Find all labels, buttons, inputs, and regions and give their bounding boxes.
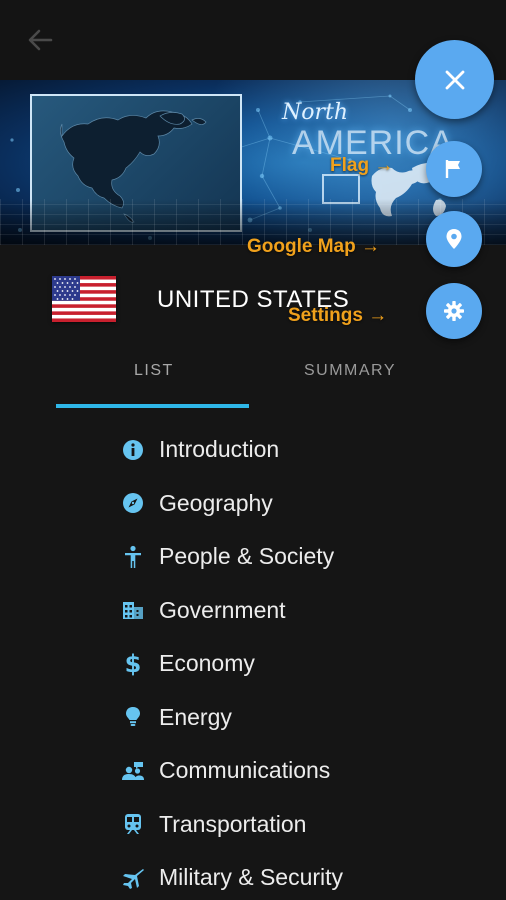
info-icon [118,435,148,465]
tab-bar: LIST SUMMARY [56,350,442,410]
list-item-introduction[interactable]: Introduction [118,423,478,477]
google-map-hint-label: Google Map → [247,236,380,257]
dollar-icon: $ [124,649,142,678]
list-item-economy[interactable]: $ Economy [118,637,478,691]
flag-icon [445,160,460,178]
settings-hint-label: Settings → [288,305,388,326]
list-item-label: Introduction [159,436,280,463]
tab-summary[interactable]: SUMMARY [304,362,396,380]
flag-hint-label: Flag → [330,155,394,176]
list-item-energy[interactable]: Energy [118,691,478,745]
list-item-label: Communications [159,757,331,784]
compass-icon [118,488,148,518]
list-item-people-society[interactable]: People & Society [118,530,478,584]
list-item-label: Economy [159,650,255,677]
building-icon [118,595,148,625]
jet-icon [118,863,148,893]
lightbulb-icon [118,702,148,732]
close-icon [445,70,464,89]
list-item-transportation[interactable]: Transportation [118,798,478,852]
region-title-line1: North [282,100,349,125]
people-chat-icon [118,756,148,786]
arrow-left-icon [28,29,53,51]
list-item-label: People & Society [159,543,335,570]
us-flag-icon [52,276,116,322]
location-pin-icon [446,229,462,249]
person-icon [118,542,148,572]
tab-list[interactable]: LIST [134,362,174,380]
list-item-military-security[interactable]: Military & Security [118,851,478,900]
list-item-label: Transportation [159,810,307,837]
list-item-government[interactable]: Government [118,584,478,638]
active-tab-indicator [56,404,249,408]
fab-close-button[interactable] [415,40,494,119]
list-item-communications[interactable]: Communications [118,744,478,798]
gear-icon [444,301,464,321]
train-icon [118,809,148,839]
topic-list: Introduction Geography People & Society … [118,423,478,900]
list-item-label: Government [159,596,286,623]
back-button[interactable] [22,24,58,56]
fab-flag-button[interactable] [426,141,482,197]
fab-settings-button[interactable] [426,283,482,339]
list-item-label: Military & Security [159,864,344,891]
list-item-label: Energy [159,703,232,730]
fab-google-map-button[interactable] [426,211,482,267]
list-item-label: Geography [159,489,273,516]
list-item-geography[interactable]: Geography [118,477,478,531]
